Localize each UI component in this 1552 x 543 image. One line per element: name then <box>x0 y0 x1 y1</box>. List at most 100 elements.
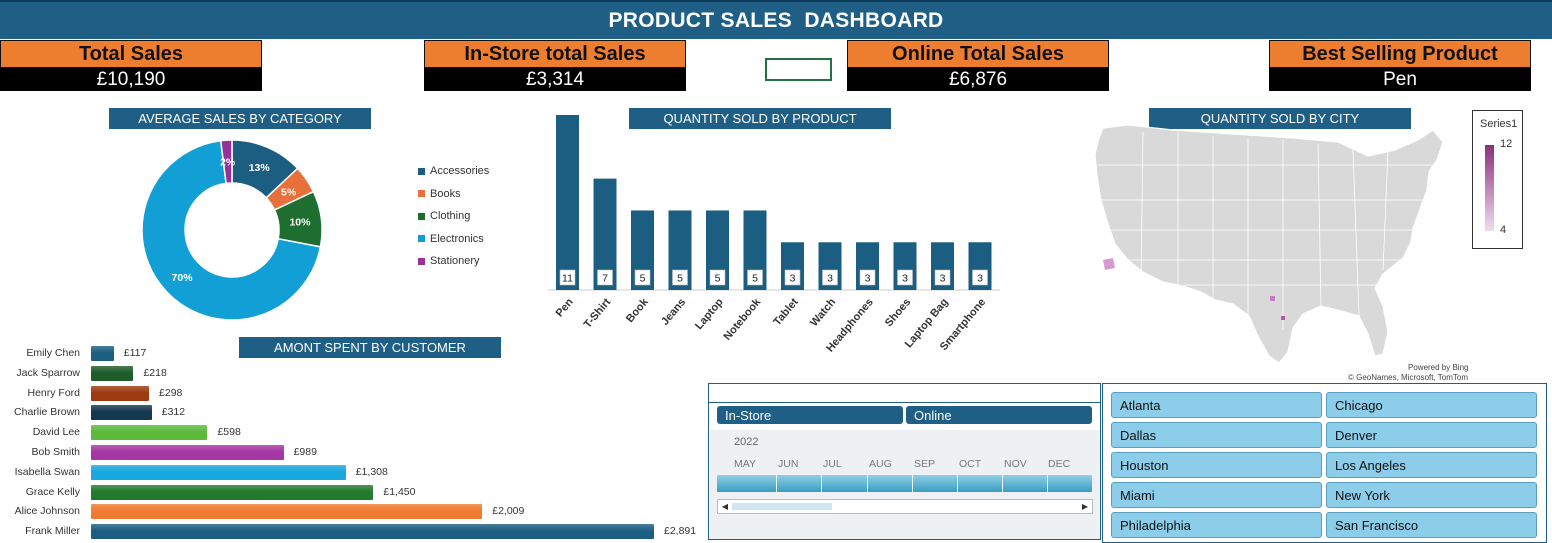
customer-bar <box>91 385 150 401</box>
city-button-houston[interactable]: Houston <box>1111 452 1322 478</box>
dashboard-title: PRODUCT SALES DASHBOARD <box>608 8 944 32</box>
bar-data-label: 3 <box>940 273 946 285</box>
customer-name-label: Jack Sparrow <box>16 366 80 379</box>
timeline-month[interactable]: DEC <box>1048 458 1070 470</box>
customer-bar <box>91 445 284 460</box>
dashboard: PRODUCT SALES DASHBOARD Total Sales £10,… <box>0 0 1552 543</box>
donut-data-label: 2% <box>220 157 236 169</box>
bar-data-label: 11 <box>562 273 573 285</box>
city-slicer: Atlanta Chicago Dallas Denver Houston Lo… <box>1102 383 1547 543</box>
bar-data-label: 3 <box>865 273 871 285</box>
kpi-online-sales: Online Total Sales £6,876 <box>847 40 1109 91</box>
kpi-value: Pen <box>1269 68 1531 91</box>
timeline-month[interactable]: AUG <box>869 458 892 470</box>
avg-category-donut-chart: 13% 5% 10% 70% 2% <box>141 139 323 321</box>
customer-value-label: £598 <box>217 426 241 439</box>
timeline-month[interactable]: NOV <box>1004 458 1027 470</box>
customer-bar <box>91 346 114 361</box>
kpi-instore-sales: In-Store total Sales £3,314 <box>424 40 686 91</box>
channel-timeline-slicer: In-Store Online 2022 MAY JUN JUL AUG SEP… <box>708 383 1101 540</box>
customer-name-label: David Lee <box>32 426 80 439</box>
kpi-label: Total Sales <box>0 40 262 68</box>
city-button-dallas[interactable]: Dallas <box>1111 422 1322 448</box>
bar-data-label: 3 <box>790 273 796 285</box>
legend-label: Electronics <box>430 232 484 245</box>
legend-swatch <box>418 167 425 175</box>
timeline-month[interactable]: OCT <box>959 458 981 470</box>
category-tick-label: Shoes <box>883 296 913 329</box>
timeline-scroll-thumb[interactable] <box>732 503 832 510</box>
legend-swatch <box>418 190 425 198</box>
category-tick-label: Watch <box>808 296 838 329</box>
map-credit-bing: Powered by Bing <box>1408 363 1469 372</box>
city-button-miami[interactable]: Miami <box>1111 482 1322 508</box>
bar-data-label: 3 <box>902 273 908 285</box>
timeline-divider <box>776 475 777 492</box>
city-button-philadelphia[interactable]: Philadelphia <box>1111 512 1322 538</box>
timeline-divider <box>821 475 822 492</box>
city-button-denver[interactable]: Denver <box>1326 422 1537 448</box>
bar-data-label: 5 <box>640 273 646 285</box>
customer-name-label: Isabella Swan <box>14 465 80 478</box>
city-button-chicago[interactable]: Chicago <box>1326 392 1537 418</box>
scroll-right-icon[interactable]: ▶ <box>1079 501 1091 512</box>
customer-bar <box>91 484 374 500</box>
category-tick-label: Tablet <box>771 296 801 328</box>
bar-data-label: 5 <box>752 273 758 285</box>
category-tick-label: Book <box>624 296 651 325</box>
donut-legend: Accessories Books Clothing Electronics Stati… <box>418 160 489 273</box>
channel-button-instore[interactable]: In-Store <box>717 406 903 424</box>
kpi-label: In-Store total Sales <box>424 40 686 68</box>
kpi-best-product: Best Selling Product Pen <box>1269 40 1531 91</box>
customer-value-label: £312 <box>161 406 186 419</box>
donut-data-label: 13% <box>249 162 271 174</box>
timeline-month[interactable]: SEP <box>914 458 935 470</box>
legend-item-electronics: Electronics <box>418 228 489 251</box>
category-tick-label: T-Shirt <box>582 296 614 331</box>
legend-label: Books <box>430 187 461 200</box>
timeline-month[interactable]: MAY <box>734 458 756 470</box>
city-button-new-york[interactable]: New York <box>1326 482 1537 508</box>
timeline-divider <box>1047 475 1048 492</box>
timeline-range-bar[interactable] <box>717 475 1092 492</box>
donut-data-label: 70% <box>172 272 194 284</box>
scroll-left-icon[interactable]: ◀ <box>719 501 731 512</box>
slicer-header-divider <box>709 402 1100 403</box>
customer-title: AMONT SPENT BY CUSTOMER <box>239 337 501 358</box>
customer-value-label: £989 <box>293 446 317 458</box>
customer-name-label: Frank Miller <box>25 525 80 538</box>
bar-data-label: 3 <box>827 273 833 285</box>
city-button-san-francisco[interactable]: San Francisco <box>1326 512 1537 538</box>
channel-button-online[interactable]: Online <box>906 406 1092 424</box>
customer-bar <box>91 425 208 441</box>
customer-bar <box>91 405 152 421</box>
legend-item-accessories: Accessories <box>418 160 489 183</box>
dashboard-title-bar: PRODUCT SALES DASHBOARD <box>0 0 1552 39</box>
timeline-month[interactable]: JUL <box>823 458 842 470</box>
kpi-total-sales: Total Sales £10,190 <box>0 40 262 91</box>
donut-data-label: 10% <box>289 216 311 228</box>
customer-name-label: Bob Smith <box>31 446 80 458</box>
legend-swatch <box>418 257 425 265</box>
timeline-divider <box>912 475 913 492</box>
city-button-atlanta[interactable]: Atlanta <box>1111 392 1322 418</box>
selected-cell[interactable] <box>765 58 832 81</box>
qty-product-bar-chart: 11Pen7T-Shirt5Book5Jeans5Laptop5Notebook… <box>548 115 1000 354</box>
map-legend: Series1 12 4 <box>1472 110 1523 249</box>
customer-value-label: £298 <box>159 386 183 399</box>
customer-name-label: Charlie Brown <box>14 406 80 419</box>
bar-pen <box>556 115 579 290</box>
kpi-label: Best Selling Product <box>1269 40 1531 68</box>
bar-data-label: 5 <box>715 273 721 285</box>
timeline-divider <box>957 475 958 492</box>
legend-swatch <box>418 212 425 220</box>
kpi-label: Online Total Sales <box>847 40 1109 68</box>
map-legend-title: Series1 <box>1480 118 1518 130</box>
kpi-value: £3,314 <box>424 68 686 91</box>
map-highlight-dallas <box>1270 296 1275 301</box>
customer-value-label: £218 <box>143 366 167 379</box>
customer-name-label: Henry Ford <box>27 386 80 399</box>
timeline-month[interactable]: JUN <box>778 458 798 470</box>
timeline-scrollbar[interactable]: ◀ ▶ <box>717 499 1093 514</box>
city-button-los-angeles[interactable]: Los Angeles <box>1326 452 1537 478</box>
